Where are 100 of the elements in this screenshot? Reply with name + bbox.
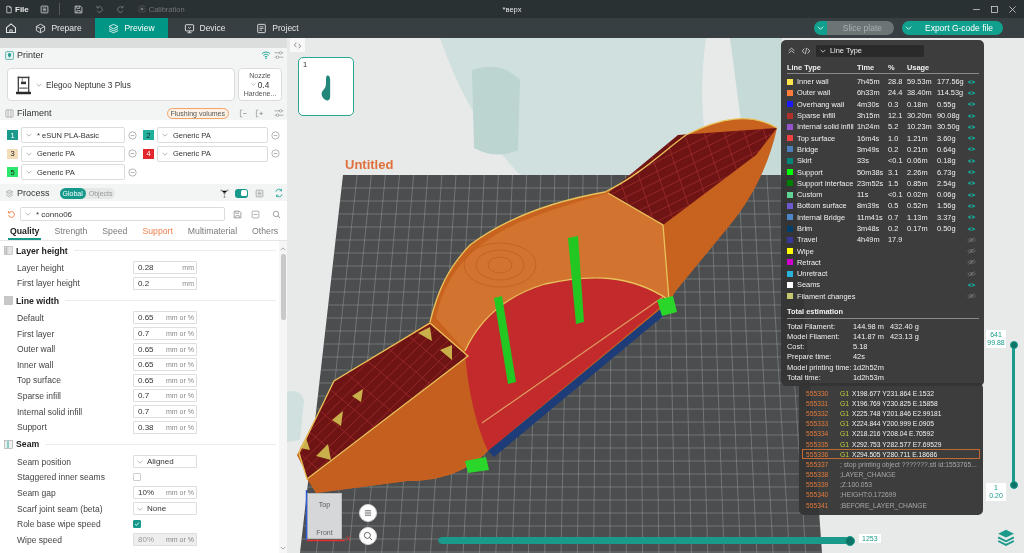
eye-icon[interactable] <box>967 191 976 198</box>
settings-tab[interactable]: Quality <box>8 226 42 240</box>
eye-slash-icon[interactable] <box>967 293 976 300</box>
dropdown[interactable]: None <box>133 502 197 515</box>
eye-icon[interactable] <box>967 180 976 187</box>
eye-icon[interactable] <box>967 112 976 119</box>
search-icon <box>363 531 373 541</box>
option-label: Layer height <box>17 262 65 273</box>
slider-thumb[interactable] <box>845 535 855 546</box>
section-title: Filament <box>17 108 52 118</box>
caret-icon <box>36 82 42 87</box>
section-title: Printer <box>17 50 44 60</box>
chevrons-up-icon[interactable] <box>787 46 796 55</box>
eye-icon[interactable] <box>967 157 976 164</box>
column-square-icon <box>4 439 13 449</box>
option-label: Staggered inner seams <box>17 472 106 483</box>
file-menu[interactable]: File <box>5 4 29 14</box>
eye-icon[interactable] <box>967 123 976 130</box>
sliders-icon[interactable] <box>274 108 284 118</box>
eye-icon[interactable] <box>967 101 976 108</box>
eye-icon[interactable] <box>967 78 976 85</box>
dashed-square-icon <box>137 5 146 13</box>
eye-icon[interactable] <box>967 146 976 153</box>
scroll-up-icon[interactable] <box>280 247 286 251</box>
sidebar-toggle-button[interactable] <box>290 38 305 52</box>
wifi-icon[interactable] <box>261 50 271 60</box>
eye-slash-icon[interactable] <box>967 248 976 255</box>
minus-circle-icon[interactable] <box>128 167 137 177</box>
eye-slash-icon[interactable] <box>967 259 976 266</box>
home-icon[interactable] <box>5 22 17 34</box>
dropdown-button[interactable] <box>813 21 827 35</box>
nav-tab[interactable]: Prepare <box>22 18 95 38</box>
eye-icon[interactable] <box>967 282 976 288</box>
nav-tab[interactable]: Preview <box>95 18 168 38</box>
nav-tab[interactable]: Device <box>168 18 241 38</box>
settings-tab[interactable]: Speed <box>100 226 130 240</box>
option-label: Wipe speed <box>17 534 63 545</box>
maximize-icon[interactable] <box>990 4 999 14</box>
document-icon <box>256 22 268 34</box>
minus-circle-icon[interactable] <box>128 130 137 140</box>
eye-slash-icon[interactable] <box>967 236 976 243</box>
advanced-toggle[interactable] <box>235 188 248 198</box>
bracket-plus-icon[interactable] <box>255 108 264 118</box>
slider-thumb[interactable] <box>1009 481 1018 489</box>
caret-icon <box>162 151 168 156</box>
option-label: Default <box>17 313 45 323</box>
slider-thumb[interactable] <box>1009 341 1018 349</box>
eye-icon[interactable] <box>967 214 976 221</box>
eye-icon[interactable] <box>967 169 976 175</box>
scroll-down-icon[interactable] <box>280 546 286 550</box>
eye-slash-icon[interactable] <box>967 270 976 277</box>
minus-circle-icon[interactable] <box>271 149 280 158</box>
minus-square-icon[interactable] <box>251 209 260 219</box>
option-label: Role base wipe speed <box>17 519 102 530</box>
settings-tab[interactable]: Strength <box>52 226 90 240</box>
scrollbar-thumb[interactable] <box>280 254 286 320</box>
eye-icon[interactable] <box>967 135 976 142</box>
group-title: Seam <box>16 439 40 450</box>
list-icon[interactable] <box>255 188 264 198</box>
option-label: Seam position <box>17 456 72 467</box>
option-label: First layer <box>17 328 56 339</box>
eye-icon[interactable] <box>967 89 976 96</box>
checkmark-icon <box>134 521 140 528</box>
settings-tab[interactable]: Others <box>250 226 281 240</box>
layers-icon[interactable] <box>997 528 1015 546</box>
printer-selector[interactable]: Elegoo Neptune 3 Plus <box>7 68 235 101</box>
model-thumbnail-icon <box>321 74 331 102</box>
option-label: Top surface <box>17 375 62 386</box>
option-label: First layer height <box>17 278 81 289</box>
code-icon[interactable] <box>801 45 811 56</box>
square-icon <box>4 296 13 306</box>
minus-circle-icon[interactable] <box>271 130 280 140</box>
dropdown[interactable]: Aligned <box>133 455 197 469</box>
option-label: Support <box>17 422 48 433</box>
circular-arrow-icon[interactable] <box>7 209 16 219</box>
plate-name: Untitled <box>345 157 394 172</box>
caret-icon <box>137 506 143 511</box>
caret-icon <box>26 151 32 156</box>
checkbox[interactable] <box>133 520 141 529</box>
circular-arrows-icon[interactable] <box>274 188 284 198</box>
checkbox[interactable] <box>133 473 141 482</box>
bracket-minus-icon[interactable] <box>239 108 248 118</box>
node-graph-icon[interactable] <box>220 188 229 198</box>
eye-icon[interactable] <box>967 202 976 209</box>
minus-circle-icon[interactable] <box>128 149 137 158</box>
eye-icon[interactable] <box>967 225 976 232</box>
option-label: Scarf joint seam (beta) <box>17 503 104 514</box>
nav-tab[interactable]: Project <box>241 18 314 38</box>
dropdown-button[interactable] <box>901 21 915 35</box>
sliders-icon[interactable] <box>274 50 284 60</box>
settings-tab[interactable]: Multimaterial <box>185 226 240 240</box>
preset-dropdown[interactable]: * conno06 <box>20 207 225 221</box>
nozzle-size: 0.4 <box>257 79 270 90</box>
group-title: Line width <box>16 295 59 306</box>
caret-icon <box>820 48 826 53</box>
striped-square-icon <box>4 246 13 255</box>
close-icon[interactable] <box>1008 4 1017 14</box>
menu-icon[interactable] <box>39 4 49 14</box>
search-icon[interactable] <box>272 209 281 219</box>
option-label: Inner wall <box>17 359 55 370</box>
